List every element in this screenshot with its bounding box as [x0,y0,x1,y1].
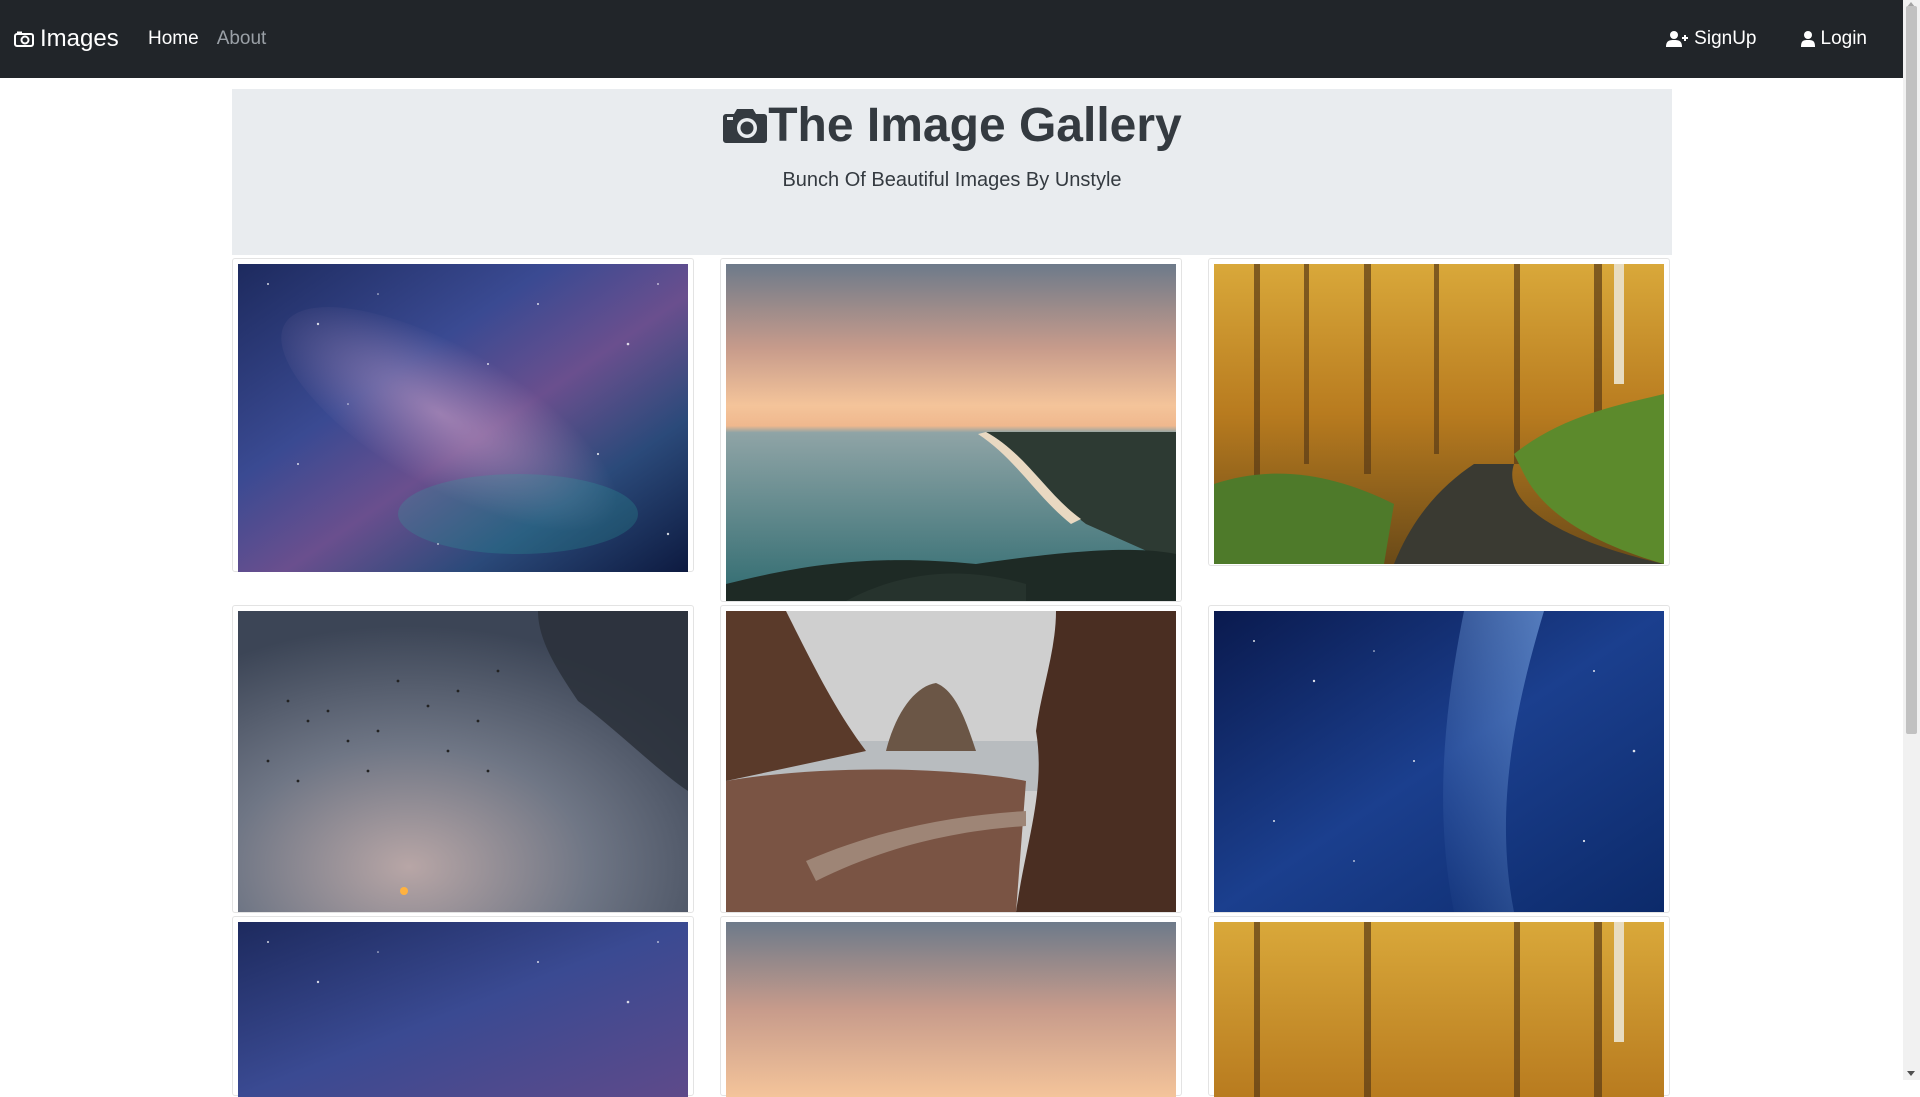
gallery-image-coastal-sunset[interactable] [726,264,1176,601]
gallery-card[interactable] [1208,916,1670,1097]
gallery-image-autumn-forest[interactable] [1214,264,1664,564]
page-scrollbar[interactable] [1903,0,1920,1080]
gallery-card[interactable] [1208,605,1670,913]
signup-label: SignUp [1694,28,1757,49]
nav-link-about[interactable]: About [217,28,267,50]
camera-icon [14,31,34,47]
login-link[interactable]: Login [1800,28,1868,50]
gallery-card[interactable] [720,605,1182,913]
scroll-down-arrow[interactable] [1907,1071,1915,1076]
brand-link[interactable]: Images [14,0,119,78]
gallery-image-coastal-sunset[interactable] [726,922,1176,1097]
signup-link[interactable]: SignUp [1666,28,1757,50]
camera-icon [723,109,768,143]
brand-label: Images [40,25,119,52]
gallery-card[interactable] [720,916,1182,1097]
user-plus-icon [1666,31,1689,47]
nav-link-home[interactable]: Home [148,28,199,50]
hero-jumbotron: The Image Gallery Bunch Of Beautiful Ima… [232,89,1672,255]
gallery-image-blue-milky-way[interactable] [1214,611,1664,912]
gallery-card[interactable] [232,605,694,913]
user-icon [1800,31,1815,47]
gallery-card[interactable] [232,258,694,572]
page-subtitle: Bunch Of Beautiful Images By Unstyle [782,169,1122,191]
page-title-text: The Image Gallery [768,98,1182,152]
gallery-image-galaxy[interactable] [238,264,688,572]
scrollbar-thumb[interactable] [1906,6,1917,734]
gallery-card[interactable] [1208,258,1670,566]
navbar: Images Home About SignUp Login [0,0,1903,78]
gallery-image-galaxy[interactable] [238,922,688,1097]
gallery-image-birds-misty-sky[interactable] [238,611,688,912]
page-title: The Image Gallery [232,89,1672,157]
gallery-image-autumn-forest[interactable] [1214,922,1664,1097]
gallery-card[interactable] [720,258,1182,602]
login-label: Login [1820,28,1868,49]
gallery-card[interactable] [232,916,694,1097]
gallery-image-sea-stack-beach[interactable] [726,611,1176,912]
